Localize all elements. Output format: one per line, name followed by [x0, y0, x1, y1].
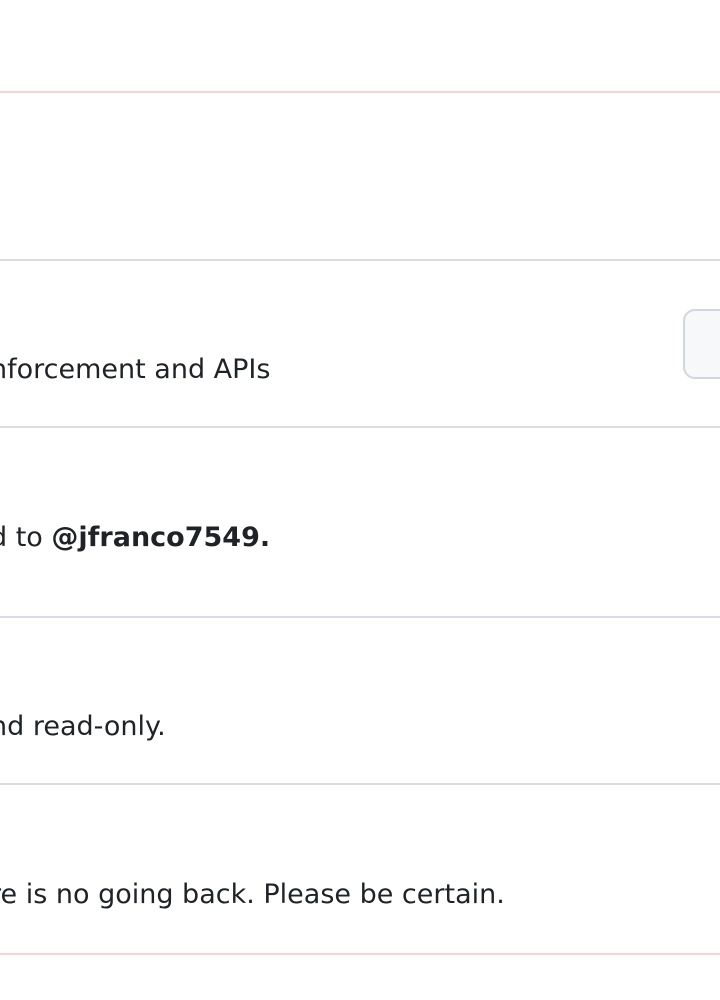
user-handle: @jfranco7549. [51, 522, 271, 553]
row-divider [0, 783, 720, 785]
row-description: nforcement and APIs [0, 354, 271, 385]
row-divider [0, 259, 720, 261]
row-description: re is no going back. Please be certain. [0, 879, 505, 910]
danger-action-button[interactable]: D [683, 309, 720, 379]
row-description-prefix: d to [0, 522, 43, 553]
row-divider [0, 426, 720, 428]
row-divider [0, 616, 720, 618]
danger-zone-bottom-border [0, 953, 720, 955]
row-description: d to @jfranco7549. [0, 521, 270, 555]
danger-zone-panel: nforcement and APIs D d to @jfranco7549.… [0, 0, 720, 1000]
danger-zone-top-border [0, 91, 720, 93]
row-description: nd read-only. [0, 711, 166, 742]
